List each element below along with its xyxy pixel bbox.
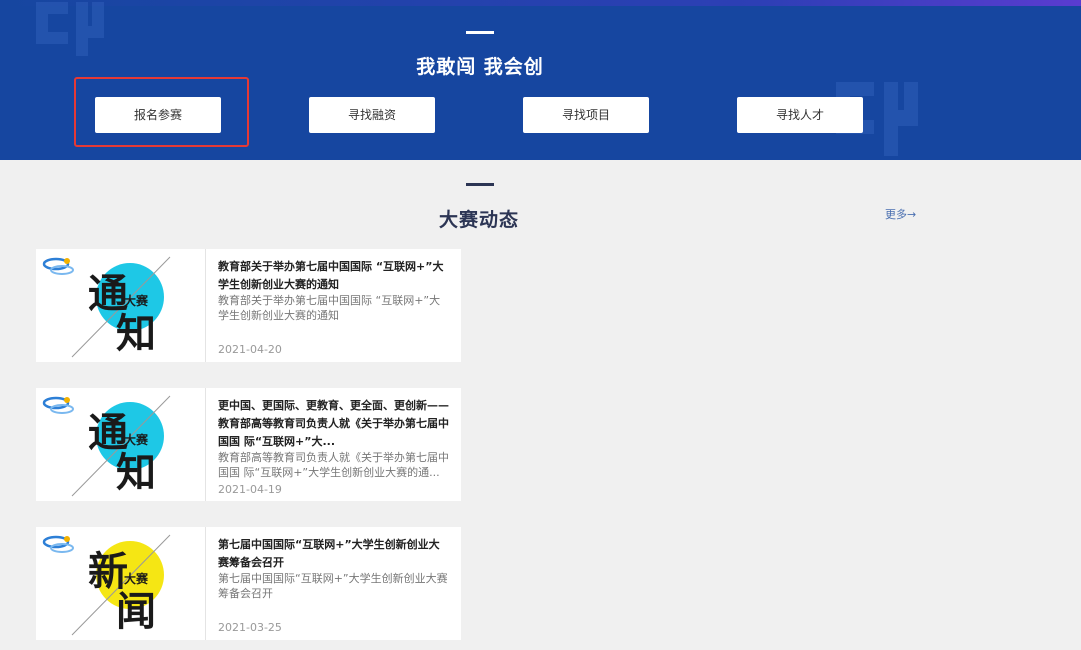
news-thumbnail: 通知大赛 bbox=[36, 249, 206, 362]
news-card[interactable]: 通知大赛 教育部关于举办第七届中国国际 “互联网+”大学生创新创业大赛的通知 教… bbox=[36, 249, 461, 362]
news-date: 2021-04-20 bbox=[218, 343, 282, 356]
title-dash bbox=[466, 31, 494, 34]
section-dash bbox=[466, 183, 494, 186]
news-title[interactable]: 第七届中国国际“互联网+”大学生创新创业大赛筹备会召开 bbox=[218, 536, 450, 572]
news-summary: 教育部高等教育司负责人就《关于举办第七届中国国 际“互联网+”大学生创新创业大赛… bbox=[218, 451, 449, 479]
news-thumbnail: 新闻大赛 bbox=[36, 527, 206, 640]
thumbnail-char: 知 bbox=[116, 310, 156, 357]
thumbnail-art: 通知大赛 bbox=[42, 395, 171, 497]
news-date: 2021-04-19 bbox=[218, 483, 282, 496]
news-card[interactable]: 新闻大赛 第七届中国国际“互联网+”大学生创新创业大赛筹备会召开 第七届中国国际… bbox=[36, 527, 461, 640]
thumbnail-small-label: 大赛 bbox=[124, 293, 149, 308]
news-title[interactable]: 更中国、更国际、更教育、更全面、更创新——教育部高等教育司负责人就《关于举办第七… bbox=[218, 397, 450, 451]
thumbnail-char: 闻 bbox=[116, 588, 156, 635]
hero-banner: 我敢闯 我会创 报名参赛 寻找融资 寻找项目 寻找人才 bbox=[0, 0, 1081, 160]
news-date: 2021-03-25 bbox=[218, 621, 282, 634]
hero-slogan: 我敢闯 我会创 bbox=[416, 56, 544, 78]
news-title[interactable]: 教育部关于举办第七届中国国际 “互联网+”大学生创新创业大赛的通知 bbox=[218, 258, 450, 294]
more-link[interactable]: 更多→ bbox=[885, 206, 916, 222]
logo-dot-icon bbox=[64, 536, 70, 542]
news-thumbnail: 通知大赛 bbox=[36, 388, 206, 501]
top-gradient-strip bbox=[0, 0, 1081, 6]
logo-dot-icon bbox=[64, 258, 70, 264]
news-summary: 第七届中国国际“互联网+”大学生创新创业大赛筹备会召开 bbox=[218, 572, 448, 600]
find-talent-button[interactable]: 寻找人才 bbox=[737, 97, 863, 133]
highlight-box bbox=[74, 77, 249, 147]
find-funding-button[interactable]: 寻找融资 bbox=[309, 97, 435, 133]
logo-dot-icon bbox=[64, 397, 70, 403]
thumbnail-art: 新闻大赛 bbox=[42, 534, 171, 636]
news-card[interactable]: 通知大赛 更中国、更国际、更教育、更全面、更创新——教育部高等教育司负责人就《关… bbox=[36, 388, 461, 501]
section-title: 大赛动态 bbox=[438, 209, 519, 231]
thumbnail-char: 知 bbox=[116, 449, 156, 496]
thumbnail-art: 通知大赛 bbox=[42, 256, 171, 358]
thumbnail-small-label: 大赛 bbox=[124, 571, 149, 586]
news-summary: 教育部关于举办第七届中国国际 “互联网+”大学生创新创业大赛的通知 bbox=[218, 294, 441, 322]
find-project-button[interactable]: 寻找项目 bbox=[523, 97, 649, 133]
thumbnail-small-label: 大赛 bbox=[124, 432, 149, 447]
